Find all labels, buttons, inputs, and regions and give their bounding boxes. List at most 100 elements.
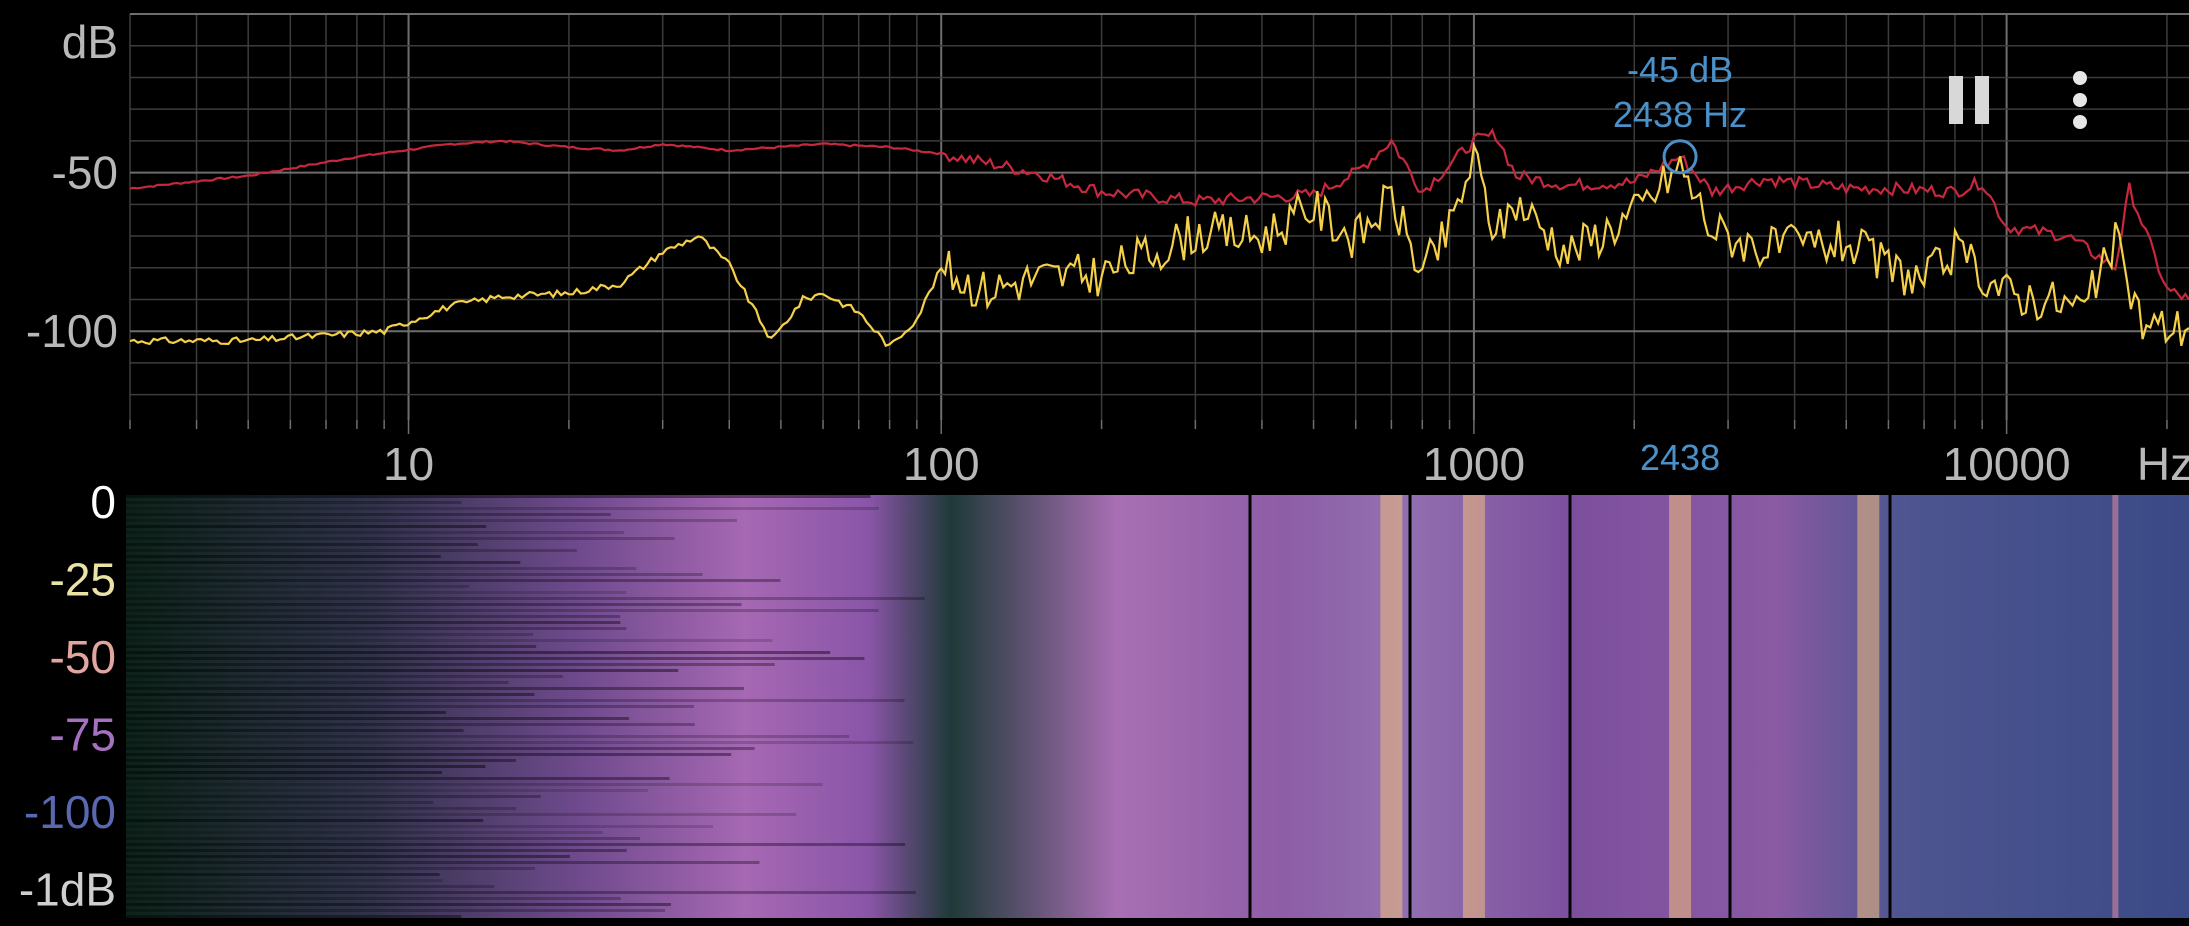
spectrogram-texture (126, 669, 679, 672)
spectrogram-texture (126, 687, 744, 690)
spectrogram-texture (126, 783, 823, 786)
spectrogram-texture (126, 645, 537, 648)
spectrogram-texture (126, 579, 781, 582)
spectrogram[interactable] (126, 495, 2189, 918)
spectrogram-texture (126, 537, 675, 540)
spectrogram-texture (126, 885, 495, 888)
spectrogram-texture (126, 507, 879, 510)
spectrogram-texture (126, 795, 541, 798)
spectrogram-texture (126, 849, 627, 852)
spectrogram-texture (126, 609, 879, 612)
spectrogram-band (1669, 495, 1692, 918)
spectrogram-texture (126, 573, 703, 576)
spectrogram-texture (126, 705, 694, 708)
spectrogram-texture (126, 855, 570, 858)
spectrogram-texture (126, 879, 443, 882)
spectrogram-band (2112, 495, 2119, 918)
spectrogram-texture (126, 915, 462, 918)
spectrogram-texture (126, 513, 611, 516)
peak-axis-label: 2438 (1640, 437, 1720, 478)
spectrogram-texture (126, 639, 773, 642)
spectrogram-texture (126, 555, 441, 558)
spectrogram-texture (126, 897, 621, 900)
peak-hz-label: 2438 Hz (1613, 94, 1747, 135)
spectrogram-texture (126, 597, 925, 600)
spectrogram-band (1462, 495, 1485, 918)
spectrogram-texture (126, 735, 850, 738)
spectrogram-texture (126, 633, 534, 636)
x-tick-label: 10000 (1943, 438, 2071, 490)
spectrogram-scale-label: -25 (50, 554, 116, 606)
spectrogram-texture (126, 681, 509, 684)
spectrogram-scale-label: 0 (90, 476, 116, 528)
y-tick-label: dB (62, 16, 118, 68)
spectrogram-texture (126, 729, 464, 732)
spectrum-analyzer[interactable]: 10 100 1000 10000 Hz dB -50 -100 0 -25 -50 -75 -100… (0, 0, 2189, 926)
spectrogram-texture (126, 501, 462, 504)
spectrogram-texture (126, 759, 516, 762)
x-tick-label: 1000 (1423, 438, 1525, 490)
spectrogram-texture (126, 525, 487, 528)
spectrogram-texture (126, 861, 760, 864)
spectrogram-texture (126, 717, 630, 720)
overflow-menu-icon (2073, 71, 2087, 129)
spectrogram-texture (126, 621, 621, 624)
x-tick-label: Hz (2137, 438, 2189, 490)
x-tick-label: 100 (903, 438, 980, 490)
spectrogram-texture (126, 825, 714, 828)
spectrogram-texture (126, 789, 649, 792)
spectrogram-texture (126, 519, 737, 522)
spectrogram-band (1857, 495, 1880, 918)
spectrogram-texture (126, 753, 732, 756)
spectrogram-texture (126, 819, 484, 822)
spectrum-grid (129, 13, 2189, 434)
spectrogram-texture (126, 771, 442, 774)
more-options-button[interactable] (2040, 60, 2120, 140)
peak-db-label: -45 dB (1627, 49, 1733, 90)
spectrogram-texture (126, 813, 797, 816)
spectrogram-texture (126, 495, 871, 498)
spectrogram-texture (126, 891, 916, 894)
spectrogram-texture (126, 801, 434, 804)
spectrogram-texture (126, 747, 755, 750)
x-tick-label: 10 (383, 438, 434, 490)
spectrogram-texture (126, 807, 517, 810)
spectrogram-texture (126, 699, 905, 702)
spectrogram-scale-label: -75 (50, 709, 116, 761)
spectrogram-texture (126, 675, 563, 678)
spectrogram-texture (126, 831, 603, 834)
spectrogram-texture (126, 591, 627, 594)
spectrogram-texture (126, 615, 621, 618)
spectrogram-scale: 0 -25 -50 -75 -100 -1dB (19, 476, 116, 916)
spectrogram-texture (126, 903, 671, 906)
spectrogram-texture (126, 627, 627, 630)
y-tick-label: -50 (52, 147, 118, 199)
spectrogram-texture (126, 777, 670, 780)
spectrogram-scale-label: -1dB (19, 864, 116, 916)
spectrogram-band (1380, 495, 1403, 918)
spectrogram-texture (126, 603, 742, 606)
spectrogram-texture (126, 837, 641, 840)
spectrogram-texture (126, 543, 478, 546)
spectrogram-texture (126, 723, 695, 726)
spectrogram-texture (126, 867, 535, 870)
spectrogram-scale-label: -50 (50, 631, 116, 683)
spectrogram-texture (126, 531, 624, 534)
spectrogram-texture (126, 765, 486, 768)
spectrogram-texture (126, 873, 440, 876)
spectrogram-texture (126, 711, 446, 714)
spectrogram-scale-label: -100 (24, 786, 116, 838)
spectrogram-texture (126, 843, 906, 846)
spectrogram-texture (126, 561, 521, 564)
spectrogram-texture (126, 909, 666, 912)
y-tick-label: -100 (26, 305, 118, 357)
spectrogram-texture (126, 549, 577, 552)
spectrogram-texture (126, 651, 831, 654)
spectrogram-texture (126, 741, 914, 744)
plot-background (130, 14, 2189, 420)
spectrogram-texture (126, 657, 865, 660)
spectrogram-texture (126, 693, 535, 696)
toolbar (1930, 60, 2130, 140)
pause-button[interactable] (1930, 60, 2010, 140)
spectrogram-texture (126, 585, 470, 588)
